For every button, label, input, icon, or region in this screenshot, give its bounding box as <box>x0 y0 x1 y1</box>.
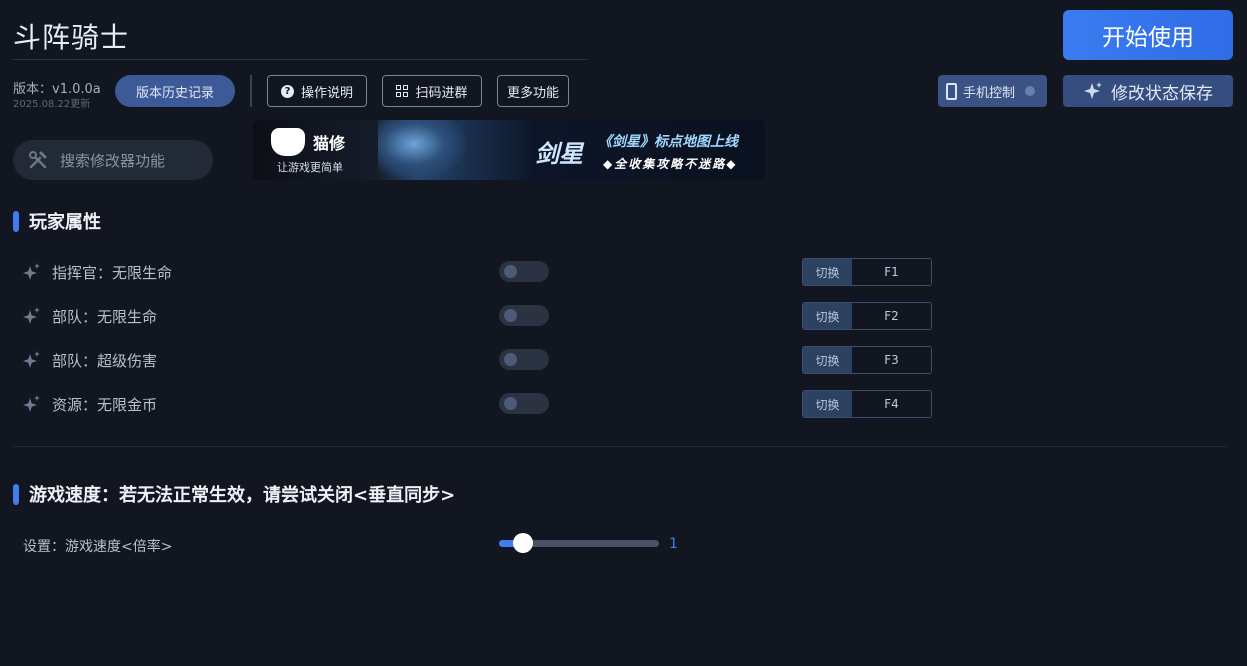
promo-banner[interactable]: 猫修 让游戏更简单 剑星 《剑星》标点地图上线 ◆全收集攻略不迷路◆ <box>253 120 765 180</box>
hotkey-key[interactable]: F1 <box>852 259 931 285</box>
phone-icon <box>946 82 957 100</box>
section-accent-bar <box>13 210 19 232</box>
hotkey-box[interactable]: 切换 F2 <box>802 302 932 330</box>
sparkle-icon <box>23 395 40 412</box>
version-history-button[interactable]: 版本历史记录 <box>115 75 235 107</box>
cheat-name: 部队：超级伤害 <box>52 351 158 370</box>
brand-name: 猫修 <box>313 134 346 153</box>
section-title: 游戏速度：若无法正常生效，请尝试关闭<垂直同步> <box>29 485 456 506</box>
banner-subline: ◆全收集攻略不迷路◆ <box>603 157 738 171</box>
toggle-knob <box>504 265 517 278</box>
cheat-row: 部队：超级伤害 切换 F3 <box>22 346 942 374</box>
help-label: 操作说明 <box>300 85 353 101</box>
banner-headline: 《剑星》标点地图上线 <box>598 134 738 150</box>
hotkey-key[interactable]: F4 <box>852 391 931 417</box>
cheat-row: 部队：无限生命 切换 F2 <box>22 302 942 330</box>
cheat-toggle[interactable] <box>499 261 549 282</box>
section-player-header: 玩家属性 <box>13 208 101 234</box>
sparkle-icon <box>23 263 40 280</box>
hotkey-mode-label: 切换 <box>803 303 852 329</box>
banner-character-art <box>378 120 468 180</box>
section-divider <box>13 446 1227 447</box>
qr-code-icon <box>396 85 409 97</box>
hotkey-box[interactable]: 切换 F4 <box>802 390 932 418</box>
hotkey-mode-label: 切换 <box>803 347 852 373</box>
qr-group-label: 扫码进群 <box>415 85 468 101</box>
chevron-right-icon <box>1025 86 1036 96</box>
cheat-label: 部队：超级伤害 <box>22 348 157 372</box>
app-title: 斗阵骑士 <box>13 21 130 54</box>
brand-slogan: 让游戏更简单 <box>277 161 343 174</box>
hotkey-mode-label: 切换 <box>803 259 852 285</box>
cheat-row: 资源：无限金币 切换 F4 <box>22 390 942 418</box>
phone-control-button[interactable]: 手机控制 <box>938 75 1047 107</box>
hotkey-box[interactable]: 切换 F1 <box>802 258 932 286</box>
speed-setting-label: 设置：游戏速度<倍率> <box>23 539 173 555</box>
cheat-name: 资源：无限金币 <box>52 395 158 414</box>
toggle-knob <box>504 353 517 366</box>
version-date: 2025.08.22更新 <box>13 99 91 110</box>
toggle-knob <box>504 397 517 410</box>
speed-value: 1 <box>669 536 678 552</box>
title-divider <box>13 59 588 60</box>
more-features-button[interactable]: 更多功能 <box>497 75 569 107</box>
sparkle-icon <box>23 307 40 324</box>
cat-logo-icon <box>271 128 305 156</box>
brand-logo: 猫修 <box>271 128 345 156</box>
sparkle-icon <box>1084 82 1102 99</box>
section-speed-header: 游戏速度：若无法正常生效，请尝试关闭<垂直同步> <box>13 481 455 507</box>
hotkey-box[interactable]: 切换 F3 <box>802 346 932 374</box>
hotkey-key[interactable]: F2 <box>852 303 931 329</box>
cheat-toggle[interactable] <box>499 349 549 370</box>
section-title: 玩家属性 <box>29 212 101 233</box>
cheat-row: 指挥官：无限生命 切换 F1 <box>22 258 942 286</box>
hotkey-key[interactable]: F3 <box>852 347 931 373</box>
phone-control-label: 手机控制 <box>963 85 1016 101</box>
cheat-label: 指挥官：无限生命 <box>22 260 172 284</box>
banner-game-name: 剑星 <box>535 140 583 168</box>
cheat-name: 部队：无限生命 <box>52 307 158 326</box>
cheat-label: 部队：无限生命 <box>22 304 157 328</box>
section-accent-bar <box>13 483 19 505</box>
toggle-knob <box>504 309 517 322</box>
search-box[interactable]: 搜索修改器功能 <box>13 140 213 180</box>
save-state-label: 修改状态保存 <box>1111 83 1213 104</box>
help-button[interactable]: ? 操作说明 <box>267 75 367 107</box>
hotkey-mode-label: 切换 <box>803 391 852 417</box>
cheat-name: 指挥官：无限生命 <box>52 263 173 282</box>
sparkle-icon <box>23 351 40 368</box>
speed-slider-thumb[interactable] <box>513 533 533 553</box>
cheat-toggle[interactable] <box>499 305 549 326</box>
toolbar-divider <box>250 75 252 107</box>
save-state-button[interactable]: 修改状态保存 <box>1063 75 1233 107</box>
cheat-label: 资源：无限金币 <box>22 392 157 416</box>
start-button[interactable]: 开始使用 <box>1063 10 1233 60</box>
search-input[interactable]: 搜索修改器功能 <box>60 150 165 171</box>
cheat-toggle[interactable] <box>499 393 549 414</box>
qr-group-button[interactable]: 扫码进群 <box>382 75 482 107</box>
tools-icon <box>29 151 47 169</box>
help-icon: ? <box>280 84 294 98</box>
